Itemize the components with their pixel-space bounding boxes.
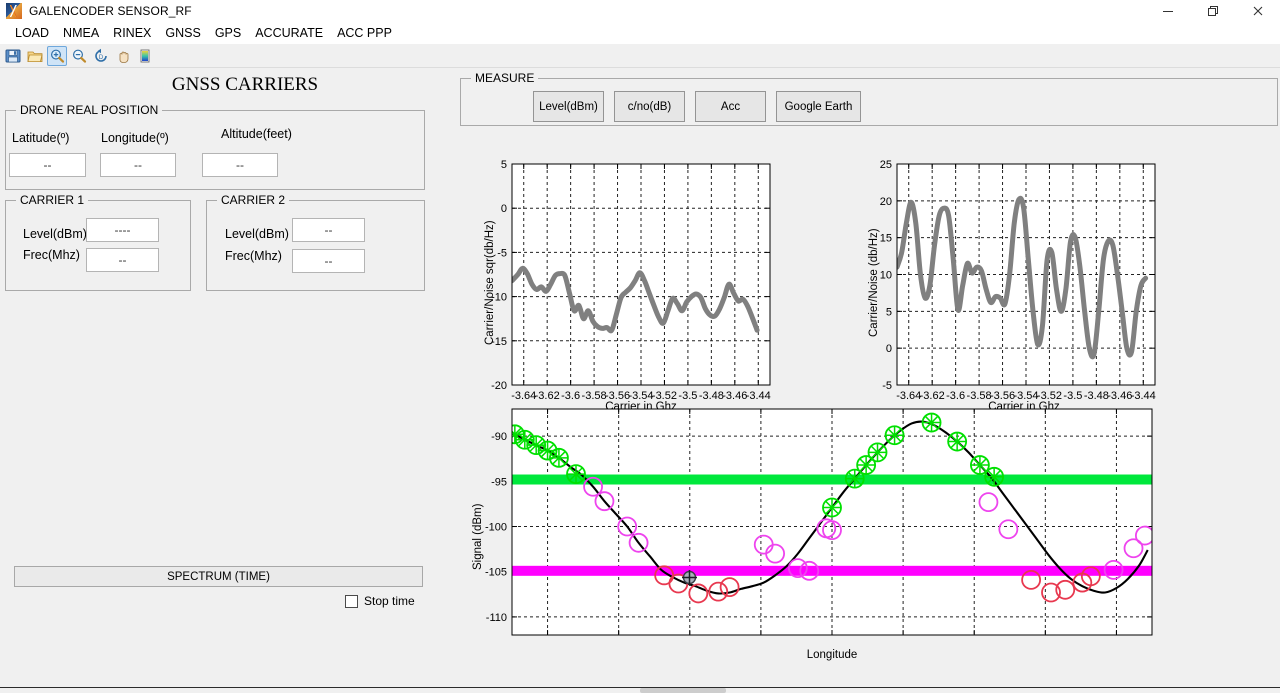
- menu-item-accurate[interactable]: ACCURATE: [248, 24, 330, 42]
- longitude-input[interactable]: --: [100, 153, 176, 177]
- measure-group: MEASURE Level(dBm) c/no(dB) Acc Google E…: [460, 71, 1278, 126]
- pan-hand-icon[interactable]: [113, 46, 133, 66]
- restore-view-icon[interactable]: D: [91, 46, 111, 66]
- plot3-x-axis-label: Longitude: [806, 649, 858, 661]
- menu-item-nmea[interactable]: NMEA: [56, 24, 106, 42]
- page-title: GNSS CARRIERS: [171, 74, 319, 95]
- menu-item-rinex[interactable]: RINEX: [106, 24, 158, 42]
- carrier2-level-label: Level(dBm): [225, 227, 289, 241]
- carrier2-frec-label: Frec(Mhz): [225, 249, 282, 263]
- drone-real-position-legend: DRONE REAL POSITION: [16, 103, 163, 117]
- plot1-y-axis-label: Carrier/Noise sqr(db/Hz): [484, 220, 496, 345]
- scrollbar-thumb[interactable]: [640, 688, 726, 693]
- svg-text:5: 5: [501, 159, 507, 171]
- stop-time-control[interactable]: Stop time: [345, 594, 415, 608]
- svg-text:0: 0: [501, 203, 507, 215]
- svg-text:5: 5: [886, 306, 892, 318]
- menu-item-load[interactable]: LOAD: [8, 24, 56, 42]
- plot3-y-axis-label: Signal (dBm): [472, 503, 484, 570]
- carrier-noise-plot[interactable]: 25 20 15 10 5 0 -5 -3.64 -3.62 -3.6 -3.58 -3.56 -3.5…: [855, 150, 1175, 415]
- carrier1-level-label: Level(dBm): [23, 227, 87, 241]
- svg-text:20: 20: [880, 196, 892, 208]
- carrier-noise-sqrt-plot[interactable]: 5 0 -5 -10 -15 -20 -3.64 -3.62 -3.6 -3.58 -3.56 -3.…: [470, 150, 790, 415]
- window-title: GALENCODER SENSOR_RF: [29, 4, 192, 18]
- svg-text:10: 10: [880, 270, 892, 282]
- carrier2-level-input[interactable]: --: [292, 218, 365, 242]
- horizontal-scrollbar[interactable]: [0, 687, 1280, 693]
- latitude-input[interactable]: --: [9, 153, 86, 177]
- measure-legend: MEASURE: [471, 71, 539, 85]
- svg-text:0: 0: [886, 343, 892, 355]
- svg-text:-5: -5: [882, 380, 892, 392]
- menu-item-gnss[interactable]: GNSS: [158, 24, 207, 42]
- stop-time-label: Stop time: [364, 594, 415, 608]
- zoom-out-icon[interactable]: [69, 46, 89, 66]
- menu-bar: LOAD NMEA RINEX GNSS GPS ACCURATE ACC PP…: [0, 22, 1280, 44]
- carrier-1-legend: CARRIER 1: [16, 193, 89, 207]
- carrier1-frec-label: Frec(Mhz): [23, 248, 80, 262]
- measure-cno-db-button[interactable]: c/no(dB): [614, 91, 685, 122]
- save-icon[interactable]: [3, 46, 23, 66]
- colorbar-icon[interactable]: [135, 46, 155, 66]
- longitude-label: Longitude(º): [101, 131, 169, 145]
- minimize-icon[interactable]: [1145, 0, 1190, 22]
- app-icon: [6, 3, 22, 19]
- stop-time-checkbox[interactable]: [345, 594, 358, 608]
- svg-text:-95: -95: [491, 476, 507, 488]
- open-folder-icon[interactable]: [25, 46, 45, 66]
- title-bar: GALENCODER SENSOR_RF: [0, 0, 1280, 22]
- toolbar: D: [0, 44, 1280, 68]
- svg-text:-20: -20: [491, 380, 507, 392]
- carrier-2-legend: CARRIER 2: [217, 193, 290, 207]
- measure-level-dbm-button[interactable]: Level(dBm): [533, 91, 604, 122]
- altitude-input[interactable]: --: [202, 153, 278, 177]
- zoom-in-icon[interactable]: [47, 45, 67, 66]
- svg-text:-5: -5: [497, 247, 507, 259]
- plot2-y-axis-label: Carrier/Noise (db/Hz): [868, 228, 880, 337]
- svg-text:-105: -105: [485, 567, 507, 579]
- svg-text:25: 25: [880, 159, 892, 171]
- measure-buttons: Level(dBm) c/no(dB) Acc Google Earth: [533, 91, 861, 122]
- carrier-1-group: CARRIER 1 Level(dBm) Frec(Mhz) ---- --: [5, 193, 191, 291]
- window-controls: [1145, 0, 1280, 22]
- altitude-label: Altitude(feet): [221, 127, 292, 141]
- carrier-2-group: CARRIER 2 Level(dBm) Frec(Mhz) -- --: [206, 193, 425, 291]
- svg-text:-100: -100: [485, 522, 507, 534]
- svg-text:-110: -110: [486, 612, 507, 624]
- svg-text:D: D: [99, 55, 104, 61]
- menu-item-acc-ppp[interactable]: ACC PPP: [330, 24, 399, 42]
- spectrum-time-button[interactable]: SPECTRUM (TIME): [14, 566, 423, 587]
- svg-text:-90: -90: [491, 431, 507, 443]
- carrier1-frec-input[interactable]: --: [86, 248, 159, 272]
- measure-acc-button[interactable]: Acc: [695, 91, 766, 122]
- measure-google-earth-button[interactable]: Google Earth: [776, 91, 861, 122]
- maximize-icon[interactable]: [1190, 0, 1235, 22]
- carrier2-frec-input[interactable]: --: [292, 249, 365, 273]
- close-icon[interactable]: [1235, 0, 1280, 22]
- signal-longitude-plot[interactable]: -90-95-100-105-110-3.635-3.63-3.625-3.62…: [460, 405, 1180, 640]
- carrier1-level-input[interactable]: ----: [86, 218, 159, 242]
- latitude-label: Latitude(º): [12, 131, 70, 145]
- menu-item-gps[interactable]: GPS: [208, 24, 248, 42]
- application-window: GALENCODER SENSOR_RF LOAD NMEA RINEX GNS…: [0, 0, 1280, 693]
- drone-real-position-group: DRONE REAL POSITION Latitude(º) Longitud…: [5, 103, 425, 190]
- svg-text:15: 15: [880, 233, 892, 245]
